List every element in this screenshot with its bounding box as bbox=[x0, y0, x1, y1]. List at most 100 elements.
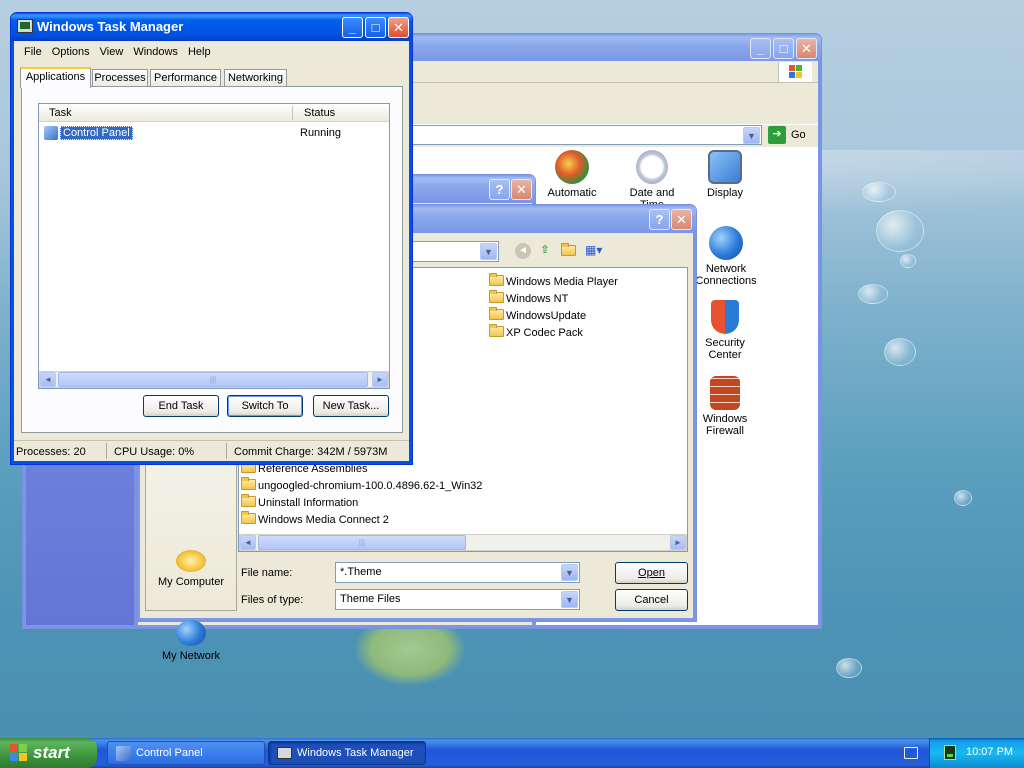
status-cpu: CPU Usage: 0% bbox=[114, 446, 195, 458]
view-menu-icon[interactable]: ▦▾ bbox=[585, 243, 609, 259]
tab-networking[interactable]: Networking bbox=[224, 69, 287, 87]
folder-item[interactable]: Uninstall Information bbox=[241, 494, 482, 512]
menu-help[interactable]: Help bbox=[183, 43, 216, 61]
minimize-button[interactable]: _ bbox=[342, 17, 363, 38]
status-processes: Processes: 20 bbox=[16, 446, 86, 458]
place-label: My Network bbox=[161, 650, 221, 662]
icon-label: Security Center bbox=[705, 337, 745, 361]
folder-label: Windows NT bbox=[506, 293, 569, 305]
windows-flag-icon bbox=[10, 744, 28, 762]
scroll-left-arrow-icon[interactable]: ◄ bbox=[240, 535, 256, 550]
maximize-button[interactable]: □ bbox=[773, 38, 794, 59]
wallpaper-bubble bbox=[876, 210, 924, 252]
wallpaper-bubble bbox=[900, 254, 916, 268]
keyboard-tray-icon[interactable] bbox=[904, 747, 918, 759]
menu-view[interactable]: View bbox=[95, 43, 129, 61]
tab-applications[interactable]: Applications bbox=[20, 67, 91, 88]
task-manager-app-icon bbox=[17, 19, 33, 33]
task-row[interactable]: Control Panel Running bbox=[39, 125, 389, 142]
go-button[interactable]: Go bbox=[791, 129, 806, 141]
look-in-dropdown-button[interactable]: ▼ bbox=[480, 243, 497, 260]
windows-firewall-item[interactable]: Windows Firewall bbox=[695, 376, 755, 437]
scroll-thumb[interactable]: ||| bbox=[258, 535, 466, 550]
new-task-button[interactable]: New Task... bbox=[313, 395, 389, 417]
switch-to-button[interactable]: Switch To bbox=[227, 395, 303, 417]
date-time-item[interactable]: Date and Time bbox=[617, 150, 687, 211]
task-manager-window[interactable]: Windows Task Manager _ □ ✕ File Options … bbox=[10, 12, 413, 465]
close-button[interactable]: ✕ bbox=[388, 17, 409, 38]
maximize-button[interactable]: □ bbox=[365, 17, 386, 38]
file-type-select[interactable]: Theme Files ▼ bbox=[335, 589, 580, 610]
open-button[interactable]: Open bbox=[615, 562, 688, 584]
task-list-hscrollbar[interactable]: ◄ ||| ► bbox=[39, 371, 389, 388]
my-computer-icon bbox=[176, 550, 206, 572]
folder-icon bbox=[241, 477, 256, 490]
automatic-updates-item[interactable]: Automatic bbox=[542, 150, 602, 199]
column-task[interactable]: Task bbox=[49, 107, 72, 119]
menu-options[interactable]: Options bbox=[47, 43, 95, 61]
taskbar-item-control-panel[interactable]: Control Panel bbox=[107, 741, 265, 765]
close-button[interactable]: ✕ bbox=[796, 38, 817, 59]
display-icon bbox=[708, 150, 742, 184]
task-manager-app-icon bbox=[277, 747, 292, 759]
places-my-computer[interactable]: My Computer bbox=[146, 550, 236, 588]
start-label: start bbox=[33, 743, 70, 762]
address-dropdown-button[interactable]: ▼ bbox=[743, 127, 760, 144]
back-icon[interactable]: ◄ bbox=[515, 243, 531, 259]
folder-item[interactable]: WindowsUpdate bbox=[489, 307, 618, 325]
start-button[interactable]: start bbox=[0, 738, 97, 768]
up-folder-icon[interactable]: ⇧ bbox=[537, 243, 553, 259]
tab-processes[interactable]: Processes bbox=[92, 69, 148, 87]
file-name-dropdown-button[interactable]: ▼ bbox=[561, 564, 578, 581]
end-task-button[interactable]: End Task bbox=[143, 395, 219, 417]
network-connections-item[interactable]: Network Connections bbox=[693, 226, 759, 287]
folder-item[interactable]: Windows NT bbox=[489, 290, 618, 308]
menu-file[interactable]: File bbox=[19, 43, 47, 61]
new-folder-icon[interactable] bbox=[561, 243, 578, 258]
tab-performance[interactable]: Performance bbox=[150, 69, 221, 87]
clock[interactable]: 10:07 PM bbox=[966, 746, 1013, 758]
menu-windows[interactable]: Windows bbox=[128, 43, 183, 61]
control-panel-icon bbox=[116, 746, 131, 761]
help-button[interactable]: ? bbox=[649, 209, 670, 230]
taskbar-item-label: Control Panel bbox=[136, 747, 203, 759]
network-connections-icon bbox=[709, 226, 743, 260]
security-center-item[interactable]: Security Center bbox=[695, 300, 755, 361]
taskbar-item-task-manager[interactable]: Windows Task Manager bbox=[268, 741, 426, 765]
scroll-thumb[interactable]: ||| bbox=[58, 372, 368, 387]
scroll-right-arrow-icon[interactable]: ► bbox=[670, 535, 686, 550]
look-in-select[interactable]: ▼ bbox=[407, 241, 499, 262]
close-button[interactable]: ✕ bbox=[671, 209, 692, 230]
help-button[interactable]: ? bbox=[489, 179, 510, 200]
icon-label: Automatic bbox=[547, 187, 597, 199]
status-commit: Commit Charge: 342M / 5973M bbox=[234, 446, 388, 458]
go-arrow-icon[interactable]: ➔ bbox=[768, 126, 786, 144]
automatic-updates-icon bbox=[555, 150, 589, 184]
display-item[interactable]: Display bbox=[695, 150, 755, 199]
folder-item[interactable]: XP Codec Pack bbox=[489, 324, 618, 342]
close-button[interactable]: ✕ bbox=[511, 179, 532, 200]
folder-column-right: Windows Media Player Windows NT WindowsU… bbox=[489, 273, 618, 342]
places-my-network[interactable]: My Network bbox=[146, 620, 236, 662]
task-list[interactable]: Task Status Control Panel Running ◄ ||| … bbox=[38, 103, 390, 389]
status-bar: Processes: 20 CPU Usage: 0% Commit Charg… bbox=[14, 440, 409, 462]
file-list-hscrollbar[interactable]: ◄ ||| ► bbox=[239, 534, 687, 551]
folder-label: Windows Media Connect 2 bbox=[258, 514, 389, 526]
column-status[interactable]: Status bbox=[304, 107, 335, 119]
file-name-input[interactable]: *.Theme ▼ bbox=[335, 562, 580, 583]
folder-item[interactable]: ungoogled-chromium-100.0.4896.62-1_Win32 bbox=[241, 477, 482, 495]
scroll-left-arrow-icon[interactable]: ◄ bbox=[40, 372, 56, 387]
folder-item[interactable]: Windows Media Player bbox=[489, 273, 618, 291]
task-manager-titlebar[interactable]: Windows Task Manager _ □ ✕ bbox=[11, 13, 412, 41]
taskbar: start Control Panel Windows Task Manager… bbox=[0, 738, 1024, 768]
wallpaper-bubble bbox=[862, 182, 896, 202]
folder-item[interactable]: Windows Media Connect 2 bbox=[241, 511, 482, 529]
cancel-button[interactable]: Cancel bbox=[615, 589, 688, 611]
file-type-dropdown-button[interactable]: ▼ bbox=[561, 591, 578, 608]
task-manager-tray-icon[interactable] bbox=[944, 745, 956, 760]
scroll-right-arrow-icon[interactable]: ► bbox=[372, 372, 388, 387]
folder-icon bbox=[489, 324, 504, 337]
minimize-button[interactable]: _ bbox=[750, 38, 771, 59]
wallpaper-bubble bbox=[954, 490, 972, 506]
folder-icon bbox=[241, 511, 256, 524]
